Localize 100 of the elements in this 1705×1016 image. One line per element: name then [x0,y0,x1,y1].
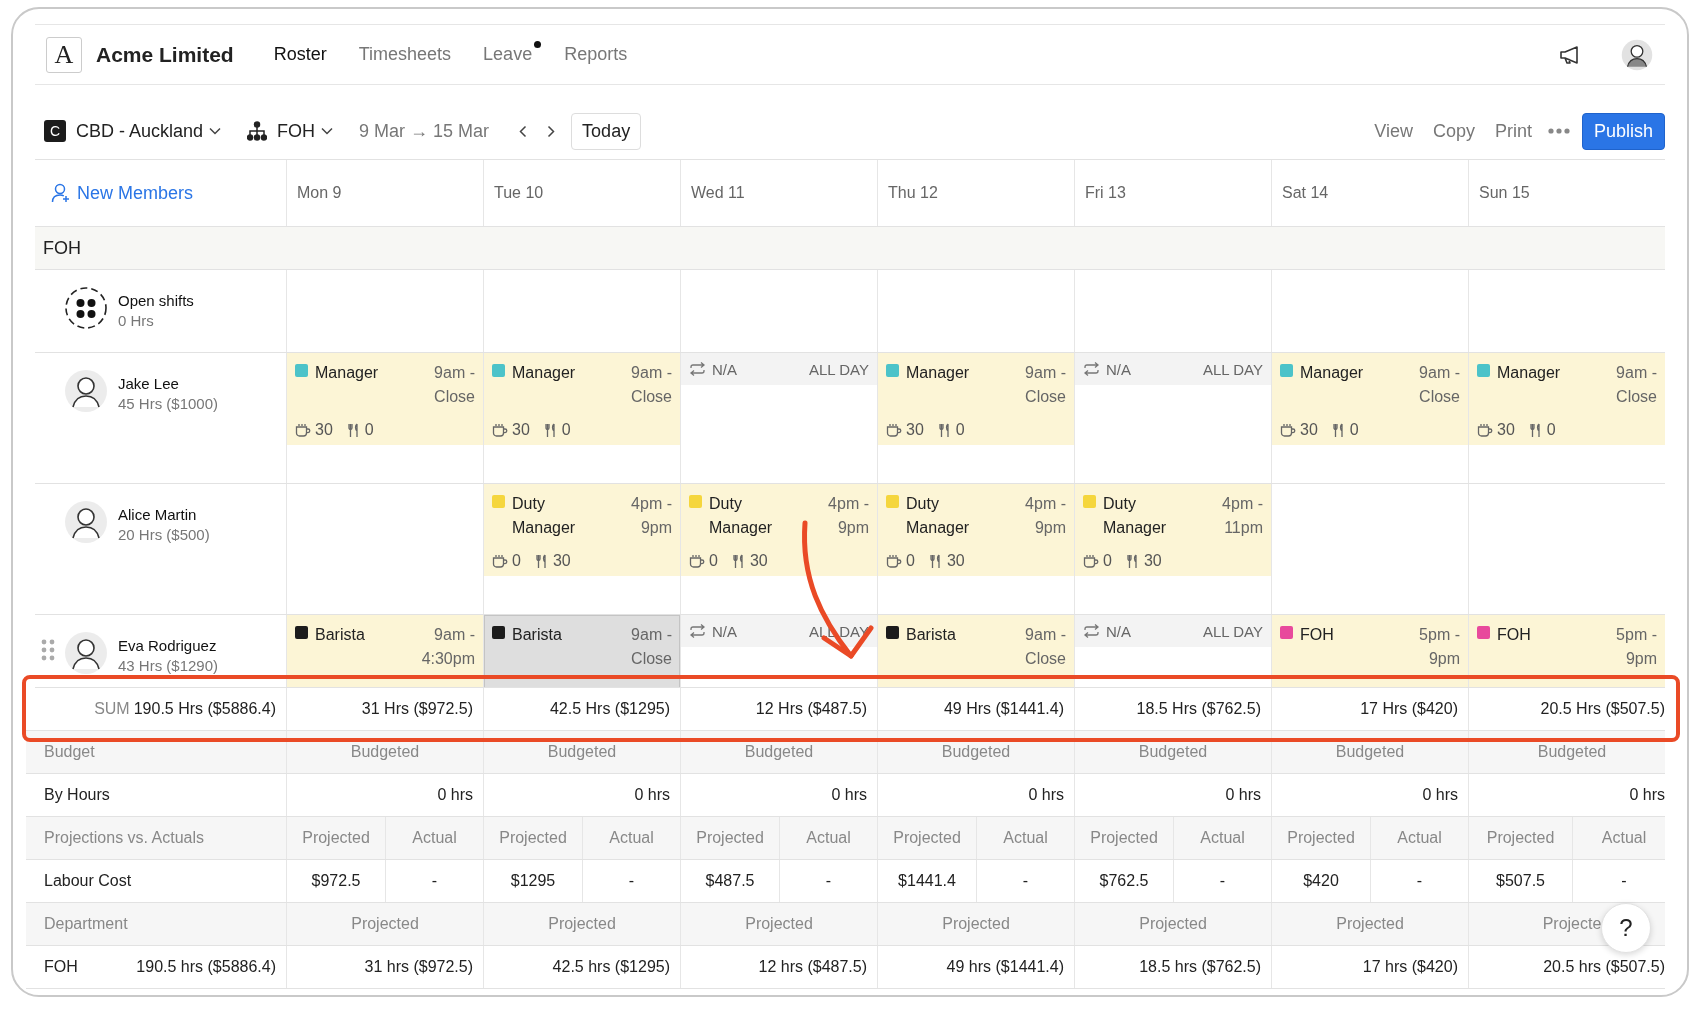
break-minutes: 30 [906,421,924,439]
break-minutes: 0 [1349,421,1359,439]
column-header: Actual [1397,829,1442,847]
shift-block[interactable]: Manager 9am - Close 30 0 [878,353,1074,445]
table-cell: 31 hrs ($972.5) [364,958,473,976]
megaphone-icon[interactable] [1559,45,1581,64]
break-minutes: 30 [749,552,768,570]
fork-knife-icon [731,553,746,569]
open-shifts-icon [64,286,108,330]
table-cell: 12 Hrs ($487.5) [755,700,867,718]
member-hours: 20 Hrs ($500) [118,526,210,543]
unavailable-label: N/A [712,622,737,640]
column-header: Actual [806,829,851,847]
table-cell: 12 hrs ($487.5) [758,958,867,976]
more-icon[interactable] [1547,128,1570,134]
shift-role: Barista [512,625,563,645]
unavailable-block[interactable]: N/A ALL DAY [1075,615,1271,647]
shift-time: 9am - Close [1024,625,1066,669]
shift-block[interactable]: Duty Manager 4pm - 9pm 0 30 [681,484,877,576]
group-title: FOH [43,237,81,259]
shift-role: Barista [315,625,366,645]
shift-block[interactable]: FOH 5pm - 9pm [1469,615,1665,687]
toolbar-action[interactable]: Print [1494,120,1532,142]
shift-role: Duty Manager [906,494,971,538]
cup-icon [295,423,311,437]
column-header: Budgeted [1335,743,1405,761]
toolbar-action[interactable]: View [1374,120,1413,142]
break-minutes: 0 [709,552,718,570]
unavailable-block[interactable]: N/A ALL DAY [681,353,877,385]
shift-block[interactable]: Barista 9am - Close [484,615,680,687]
column-header: Projected [499,829,567,847]
shift-time: 9am - 4:30pm [420,625,475,669]
fork-knife-icon [928,553,943,569]
nav-tab[interactable]: Reports [564,40,628,69]
table-cell: $972.5 [311,872,361,890]
column-header: Projected [548,915,616,933]
table-cell: 20.5 hrs ($507.5) [1543,958,1665,976]
org-chart-icon [247,121,268,141]
column-header: Projected [1287,829,1355,847]
new-members-link[interactable]: New Members [45,182,194,204]
unavailable-time: ALL DAY [808,360,869,378]
logo[interactable]: A [46,36,82,73]
shift-time: 4pm - 9pm [827,494,869,538]
member-name: Eva Rodriguez [118,637,218,654]
shift-block[interactable]: Duty Manager 4pm - 9pm 0 30 [878,484,1074,576]
table-cell: 49 hrs ($1441.4) [946,958,1064,976]
column-header: Budgeted [1138,743,1208,761]
shift-block[interactable]: Barista 9am - Close [878,615,1074,687]
break-minutes: 30 [946,552,965,570]
break-minutes: 0 [364,421,374,439]
member-name: Jake Lee [118,375,180,392]
location-dropdown[interactable]: CBD - Auckland [76,120,222,142]
shift-role: Duty Manager [512,494,577,538]
drag-handle-icon[interactable] [41,639,55,661]
table-cell: $487.5 [705,872,755,890]
unavailable-block[interactable]: N/A ALL DAY [1075,353,1271,385]
break-minutes: 0 [955,421,965,439]
nav-tab[interactable]: Leave [483,40,533,69]
shift-block[interactable]: Duty Manager 4pm - 11pm 0 30 [1075,484,1271,576]
break-minutes: 30 [1300,421,1318,439]
shift-block[interactable]: Manager 9am - Close 30 0 [1272,353,1468,445]
shift-role: Barista [906,625,957,645]
user-avatar[interactable] [1621,38,1653,71]
cup-icon [886,423,902,437]
member-name: Open shifts [118,292,194,309]
shift-block[interactable]: Barista 9am - 4:30pm [287,615,483,687]
shift-block[interactable]: Duty Manager 4pm - 9pm 0 30 [484,484,680,576]
avatar-icon [64,369,108,413]
shift-block[interactable]: Manager 9am - Close 30 0 [484,353,680,445]
table-cell: $420 [1303,872,1339,890]
department-dropdown[interactable]: FOH [277,120,334,142]
table-cell: - [1219,872,1226,890]
shift-role: Manager [315,363,380,383]
column-header: Actual [609,829,654,847]
member-hours: 0 Hrs [118,312,155,329]
table-cell: 0 hrs [1225,786,1261,804]
today-button[interactable]: Today [571,112,642,150]
location-badge: C [44,120,66,142]
shift-time: 9am - Close [1615,363,1657,407]
publish-button[interactable]: Publish [1581,112,1665,150]
member-hours: 45 Hrs ($1000) [118,395,219,412]
fork-knife-icon [1331,422,1346,438]
shift-role: Manager [512,363,577,383]
toolbar-action[interactable]: Copy [1432,120,1475,142]
table-cell: - [825,872,832,890]
table-cell: 0 hrs [634,786,670,804]
nav-tab[interactable]: Timesheets [358,40,452,69]
fork-knife-icon [534,553,549,569]
column-header: Projected [1139,915,1207,933]
nav-tab[interactable]: Roster [273,40,327,69]
shift-time: 5pm - 9pm [1418,625,1460,669]
shift-block[interactable]: FOH 5pm - 9pm [1272,615,1468,687]
shift-time: 9am - Close [433,363,475,407]
shift-block[interactable]: Manager 9am - Close 30 0 [287,353,483,445]
shift-block[interactable]: Manager 9am - Close 30 0 [1469,353,1665,445]
fork-knife-icon [543,422,558,438]
shift-role: Manager [1497,363,1562,383]
cup-icon [1477,423,1493,437]
table-cell: 0 hrs [1629,786,1665,804]
table-cell: - [628,872,635,890]
